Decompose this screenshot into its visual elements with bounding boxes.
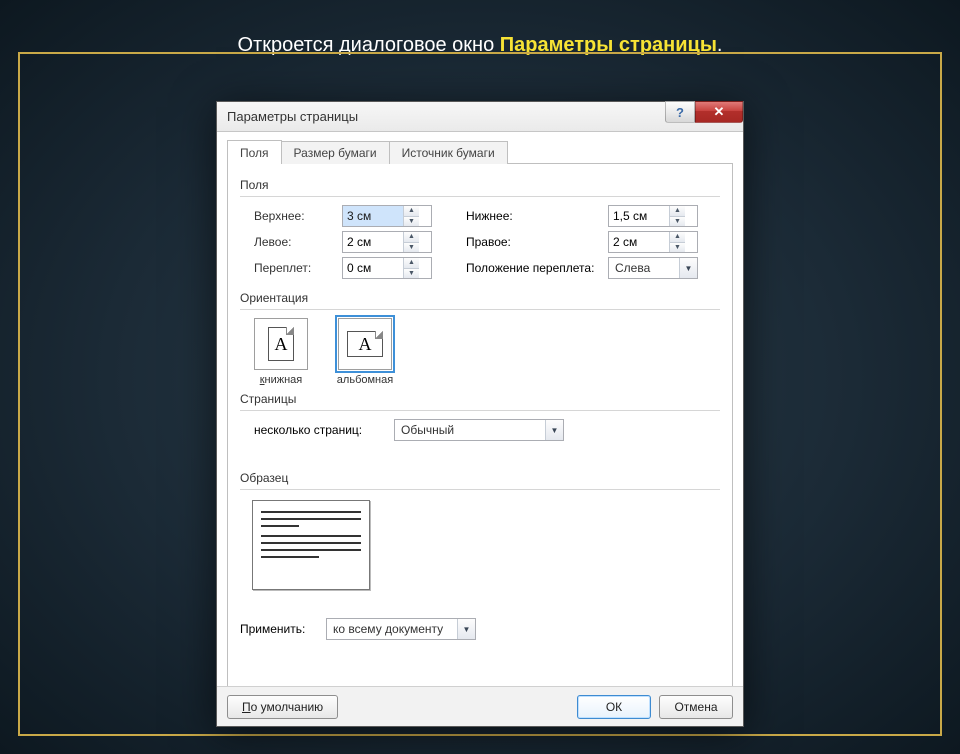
gutter-label: Переплет:	[254, 261, 342, 275]
right-margin-spinner[interactable]: ▲▼	[608, 231, 698, 253]
spin-up-icon[interactable]: ▲	[404, 232, 419, 243]
preview-thumbnail	[252, 500, 370, 590]
separator	[240, 309, 720, 310]
tabstrip: Поля Размер бумаги Источник бумаги	[227, 140, 733, 164]
tab-paper-size[interactable]: Размер бумаги	[281, 141, 390, 164]
gutter-position-value: Слева	[609, 261, 656, 275]
spin-up-icon[interactable]: ▲	[670, 232, 685, 243]
multi-pages-combo[interactable]: Обычный ▼	[394, 419, 564, 441]
dialog-titlebar[interactable]: Параметры страницы ? ✕	[217, 102, 743, 132]
orientation-portrait[interactable]: A ккнижнаянижная	[246, 318, 316, 386]
right-margin-input[interactable]	[609, 232, 669, 252]
apply-to-value: ко всему документу	[327, 622, 449, 636]
orientation-portrait-label: ккнижнаянижная	[260, 374, 303, 386]
left-margin-input[interactable]	[343, 232, 403, 252]
page-glyph: A	[359, 334, 372, 355]
spin-up-icon[interactable]: ▲	[404, 258, 419, 269]
spin-down-icon[interactable]: ▼	[404, 243, 419, 253]
tab-fields-label: Поля	[240, 146, 269, 160]
page-setup-dialog: Параметры страницы ? ✕ Поля Размер бумаг…	[216, 101, 744, 727]
orientation-landscape-label: альбомная	[337, 374, 393, 386]
separator	[240, 489, 720, 490]
tab-paper-source[interactable]: Источник бумаги	[389, 141, 508, 164]
orientation-landscape[interactable]: A альбомная	[330, 318, 400, 386]
help-button[interactable]: ?	[665, 101, 695, 123]
bottom-margin-input[interactable]	[609, 206, 669, 226]
right-margin-label: Правое:	[466, 235, 608, 249]
dialog-footer: По умолчаниюПо умолчанию ОК Отмена	[217, 686, 743, 726]
tab-panel-fields: Поля Верхнее: ▲▼ Нижнее: ▲▼	[227, 164, 733, 704]
tab-paper-source-label: Источник бумаги	[402, 146, 495, 160]
chevron-down-icon[interactable]: ▼	[679, 258, 697, 278]
tab-paper-size-label: Размер бумаги	[294, 146, 377, 160]
apply-to-combo[interactable]: ко всему документу ▼	[326, 618, 476, 640]
default-button[interactable]: По умолчаниюПо умолчанию	[227, 695, 338, 719]
gutter-input[interactable]	[343, 258, 403, 278]
help-icon: ?	[676, 105, 684, 120]
group-sample-label: Образец	[240, 471, 720, 485]
multi-pages-label: несколько страниц:	[254, 423, 394, 437]
close-icon: ✕	[714, 104, 725, 120]
multi-pages-value: Обычный	[395, 423, 460, 437]
dialog-title: Параметры страницы	[227, 109, 358, 124]
spin-down-icon[interactable]: ▼	[404, 269, 419, 279]
group-orientation-label: Ориентация	[240, 291, 720, 305]
top-margin-spinner[interactable]: ▲▼	[342, 205, 432, 227]
cancel-button[interactable]: Отмена	[659, 695, 733, 719]
default-button-label: о умолчанию	[251, 700, 324, 714]
chevron-down-icon[interactable]: ▼	[457, 619, 475, 639]
chevron-down-icon[interactable]: ▼	[545, 420, 563, 440]
spin-down-icon[interactable]: ▼	[404, 217, 419, 227]
left-margin-label: Левое:	[254, 235, 342, 249]
apply-to-label: Применить:	[240, 622, 326, 636]
close-button[interactable]: ✕	[695, 101, 743, 123]
left-margin-spinner[interactable]: ▲▼	[342, 231, 432, 253]
spin-down-icon[interactable]: ▼	[670, 243, 685, 253]
ok-button[interactable]: ОК	[577, 695, 651, 719]
spin-down-icon[interactable]: ▼	[670, 217, 685, 227]
separator	[240, 196, 720, 197]
spin-up-icon[interactable]: ▲	[670, 206, 685, 217]
top-margin-label: Верхнее:	[254, 209, 342, 223]
group-fields-label: Поля	[240, 178, 720, 192]
cancel-button-label: Отмена	[674, 700, 717, 714]
tab-fields[interactable]: Поля	[227, 140, 282, 164]
bottom-margin-label: Нижнее:	[466, 209, 608, 223]
ok-button-label: ОК	[606, 700, 622, 714]
dialog-body: Поля Размер бумаги Источник бумаги Поля …	[217, 132, 743, 726]
gutter-spinner[interactable]: ▲▼	[342, 257, 432, 279]
spin-up-icon[interactable]: ▲	[404, 206, 419, 217]
bottom-margin-spinner[interactable]: ▲▼	[608, 205, 698, 227]
gutter-position-label: Положение переплета:	[466, 261, 608, 275]
separator	[240, 410, 720, 411]
page-glyph: A	[275, 334, 288, 355]
gutter-position-combo[interactable]: Слева ▼	[608, 257, 698, 279]
group-pages-label: Страницы	[240, 392, 720, 406]
top-margin-input[interactable]	[343, 206, 403, 226]
